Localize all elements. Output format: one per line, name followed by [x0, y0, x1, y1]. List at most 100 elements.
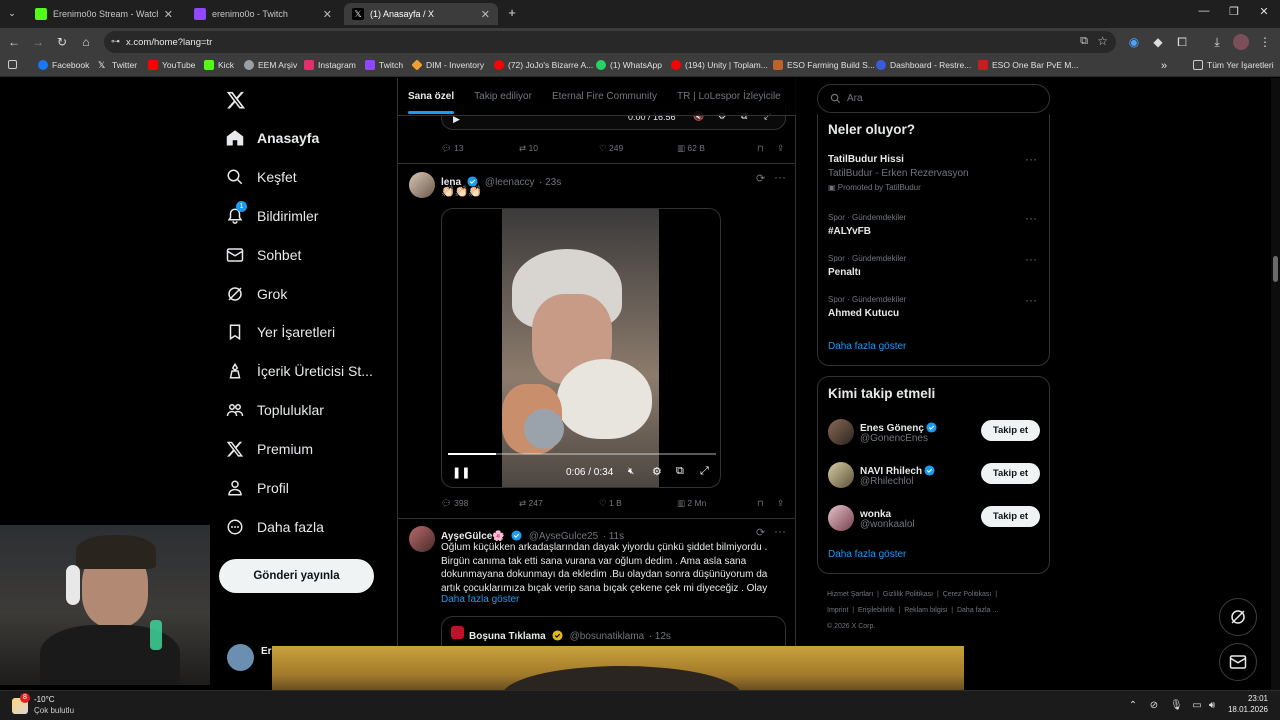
tray-chevron-icon[interactable]: ⌃ — [1127, 700, 1139, 712]
footer-link[interactable]: Daha fazla ... — [957, 607, 998, 614]
who-to-follow-show-more[interactable]: Daha fazla göster — [828, 549, 906, 560]
bookmark-restream[interactable]: Dashboard - Restre... — [876, 60, 971, 70]
address-bar[interactable]: ⊶ x.com/home?lang=tr ⧉ ☆ — [104, 31, 1116, 53]
video-player[interactable]: ❚❚ 0:06 / 0:34 🔇︎ ⚙ ⧉ ⤢ — [441, 208, 721, 488]
tab-lolespor[interactable]: TR | LoLespor İzleyicile — [677, 91, 781, 102]
nav-bookmarks[interactable]: Yer İşaretleri — [226, 320, 335, 344]
pause-icon[interactable]: ❚❚ — [452, 466, 470, 479]
follow-button[interactable]: Takip et — [981, 420, 1040, 441]
page-scrollbar[interactable] — [1271, 78, 1280, 690]
trend-more-icon[interactable]: ··· — [1025, 293, 1037, 307]
bookmark-whatsapp[interactable]: (1) WhatsApp — [596, 60, 662, 70]
extensions-puzzle-icon[interactable]: ⧠ — [1174, 34, 1190, 50]
trend-more-icon[interactable]: ··· — [1025, 211, 1037, 225]
x-logo-icon[interactable] — [226, 90, 248, 110]
views-button[interactable]: ▥ 62 B — [677, 143, 757, 154]
share-button[interactable]: ⇪ — [777, 498, 784, 509]
post-more-icon[interactable]: ··· — [774, 524, 786, 538]
tab-following[interactable]: Takip ediliyor — [474, 91, 532, 102]
like-button[interactable]: ♡ 1 B — [599, 498, 677, 509]
post-button[interactable]: Gönderi yayınla — [219, 559, 374, 593]
download-icon[interactable]: ⤓ — [1209, 34, 1225, 50]
reply-button[interactable]: 💬︎ 13 — [441, 143, 519, 154]
search-input[interactable]: Ara — [817, 84, 1050, 113]
mute-icon[interactable]: 🔇︎ — [628, 466, 634, 477]
trend-more-icon[interactable]: ··· — [1025, 152, 1037, 166]
suggestion-row[interactable]: wonka @wonkaalol Takip et — [818, 501, 1049, 535]
trend-item[interactable]: Spor · Gündemdekiler #ALYvFB ··· — [818, 210, 1049, 244]
bookmark-instagram[interactable]: Instagram — [304, 60, 356, 70]
weather-desc[interactable]: Çok bulutlu — [34, 706, 74, 715]
browser-tab-x[interactable]: 𝕏 (1) Anasayfa / X ✕ — [344, 3, 498, 25]
bookmark-unity[interactable]: (194) Unity | Toplam... — [671, 60, 768, 70]
fullscreen-icon[interactable]: ⤢ — [700, 465, 709, 478]
nav-grok[interactable]: Grok — [226, 282, 287, 306]
bookmark-eso-farming[interactable]: ESO Farming Build S... — [773, 60, 875, 70]
bookmark-star-icon[interactable]: ☆ — [1097, 34, 1108, 48]
restore-icon[interactable]: ❐ — [1224, 5, 1244, 18]
video-progress-track[interactable] — [448, 453, 716, 455]
scrollbar-thumb[interactable] — [1273, 256, 1278, 282]
bookmark-jojo[interactable]: (72) JoJo's Bizarre A... — [494, 60, 593, 70]
close-tab-icon[interactable]: ✕ — [481, 8, 490, 21]
nav-notifications[interactable]: 1 Bildirimler — [226, 201, 318, 228]
microphone-icon[interactable]: 🎙︎ — [1170, 700, 1183, 712]
nav-communities[interactable]: Topluluklar — [226, 398, 324, 422]
install-app-icon[interactable]: ⧉ — [1080, 35, 1088, 48]
back-icon[interactable]: ← — [6, 34, 22, 50]
footer-link[interactable]: Reklam bilgisi — [904, 607, 947, 614]
repost-button[interactable]: ⇄ 247 — [519, 498, 599, 509]
trends-show-more[interactable]: Daha fazla göster — [828, 341, 906, 352]
bookmarks-overflow-icon[interactable]: » — [1161, 60, 1167, 72]
forward-icon[interactable]: → — [30, 34, 46, 50]
profile-avatar-icon[interactable] — [1233, 34, 1249, 50]
footer-link[interactable]: Gizlilik Politikası — [883, 591, 933, 598]
account-name[interactable]: Er — [261, 646, 272, 657]
browser-menu-icon[interactable]: ⋮ — [1257, 34, 1273, 50]
bookmark-button[interactable]: ⊓ — [757, 498, 777, 509]
avatar[interactable] — [409, 526, 435, 552]
bookmark-youtube[interactable]: YouTube — [148, 60, 195, 70]
nav-more[interactable]: Daha fazla — [226, 515, 324, 539]
like-button[interactable]: ♡ 249 — [599, 143, 677, 154]
volume-icon[interactable]: 🔊︎ — [1206, 700, 1218, 712]
share-button[interactable]: ⇪ — [777, 143, 784, 154]
views-button[interactable]: ▥ 2 Mn — [677, 498, 757, 509]
avatar[interactable] — [828, 462, 854, 488]
tab-search-icon[interactable]: ⌄ — [4, 5, 20, 21]
pip-icon[interactable]: ⧉ — [676, 465, 684, 478]
network-icon[interactable]: ⊘ — [1148, 700, 1160, 712]
avatar[interactable] — [409, 172, 435, 198]
nav-chat[interactable]: Sohbet — [226, 243, 301, 267]
repost-button[interactable]: ⇄ 10 — [519, 143, 599, 154]
author-handle[interactable]: @leenaccy — [485, 177, 535, 188]
nav-explore[interactable]: Keşfet — [226, 165, 297, 189]
home-icon[interactable]: ⌂ — [78, 34, 94, 50]
browser-tab-twitch[interactable]: erenimo0o - Twitch ✕ — [186, 3, 340, 25]
suggestion-row[interactable]: NAVI Rhilech @Rhilechlol Takip et — [818, 458, 1049, 492]
follow-button[interactable]: Takip et — [981, 506, 1040, 527]
close-tab-icon[interactable]: ✕ — [164, 8, 173, 21]
nav-premium[interactable]: Premium — [226, 437, 313, 461]
settings-icon[interactable]: ⚙ — [652, 465, 662, 478]
apps-grid-icon[interactable] — [8, 60, 21, 69]
display-icon[interactable]: ▭ — [1191, 700, 1203, 712]
avatar[interactable] — [828, 419, 854, 445]
trend-more-icon[interactable]: ··· — [1025, 252, 1037, 266]
nav-creator-studio[interactable]: İçerik Üreticisi St... — [226, 359, 373, 383]
all-bookmarks[interactable]: Tüm Yer İşaretleri — [1193, 60, 1274, 70]
post-time[interactable]: · 23s — [539, 177, 561, 188]
bookmark-kick[interactable]: Kick — [204, 60, 234, 70]
bookmark-twitter[interactable]: 𝕏 Twitter — [98, 60, 137, 70]
trend-item[interactable]: TatilBudur Hissi TatilBudur - Erken Reze… — [818, 152, 1049, 198]
suggestion-row[interactable]: Enes Gönenç @GonencEnes Takip et — [818, 415, 1049, 449]
reload-icon[interactable]: ↻ — [54, 34, 70, 50]
minimize-icon[interactable]: — — [1194, 5, 1214, 17]
bookmark-facebook[interactable]: Facebook — [38, 60, 89, 70]
show-more-link[interactable]: Daha fazla göster — [441, 594, 519, 605]
footer-link[interactable]: Erişilebilirlik — [858, 607, 895, 614]
bookmark-twitch[interactable]: Twitch — [365, 60, 403, 70]
extension-diamond-icon[interactable]: ◆ — [1150, 34, 1166, 50]
footer-link[interactable]: Imprint — [827, 607, 848, 614]
footer-link[interactable]: Çerez Politikası — [943, 591, 992, 598]
